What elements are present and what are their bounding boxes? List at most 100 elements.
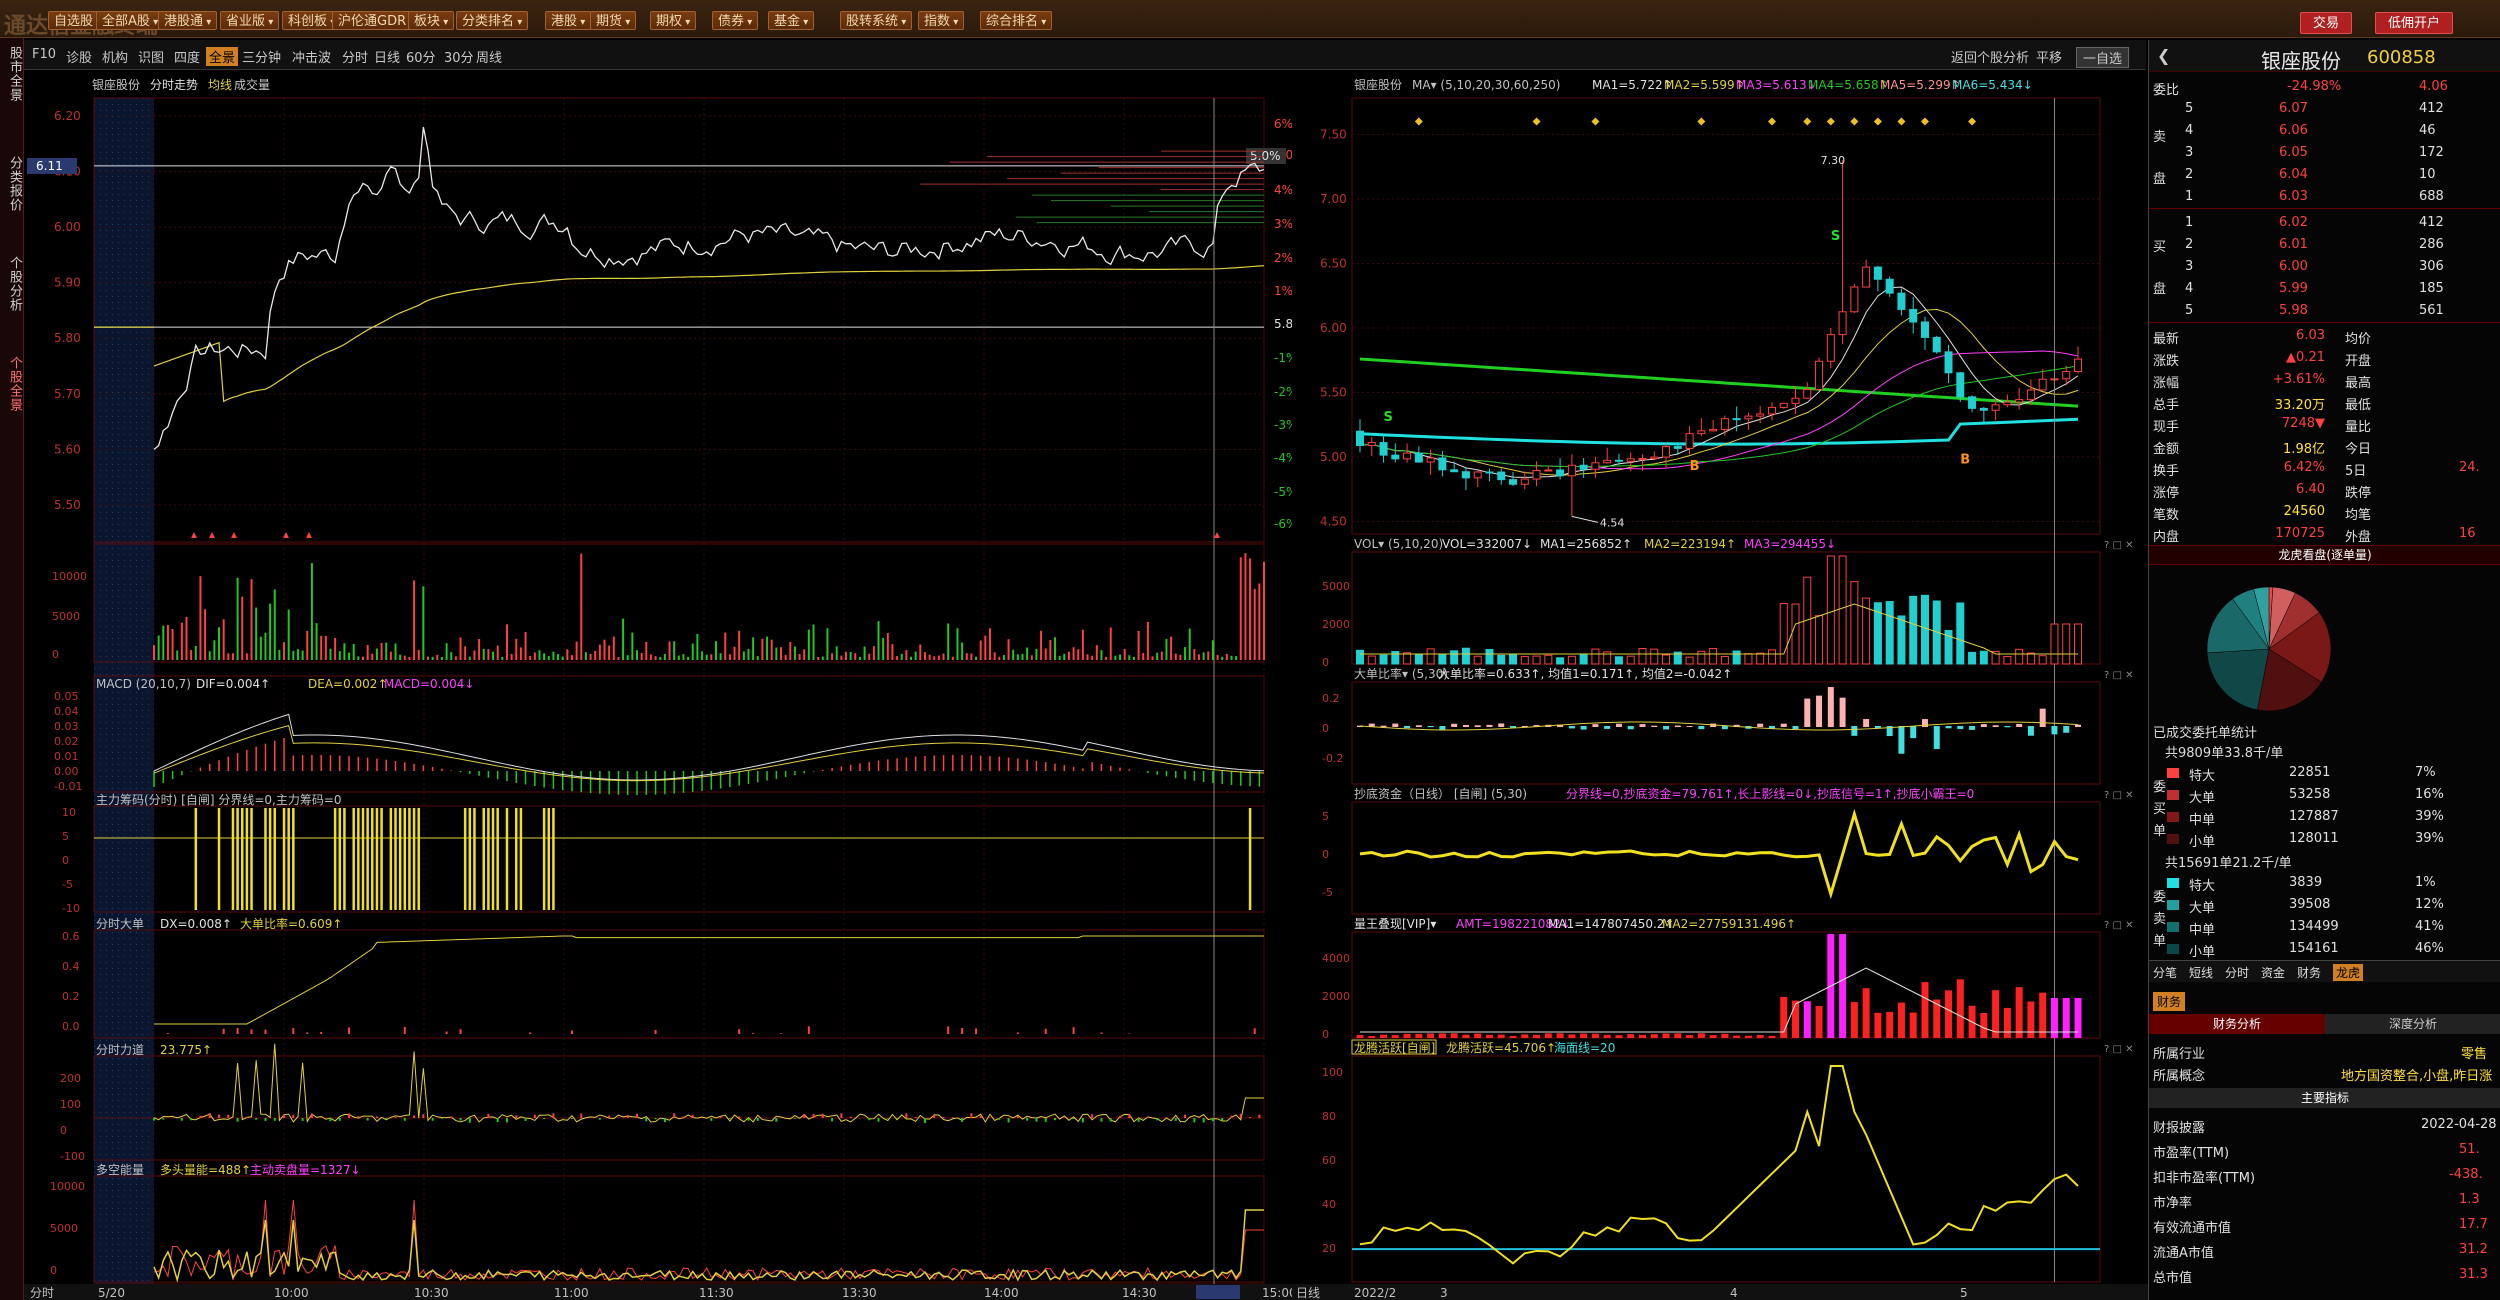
menu-item[interactable]: 港股通 [158,11,218,30]
subtab[interactable]: 四度 [174,47,200,66]
panel-controls[interactable]: ? □ ✕ [2104,1044,2134,1055]
subtab[interactable]: 分时 [342,47,368,66]
band-dot [124,1214,125,1215]
menu-item[interactable]: 省业版 [220,11,280,30]
band-dot [130,728,131,729]
band-dot [100,842,101,843]
band-dot [106,122,107,123]
menu-item[interactable]: 分类排名 [456,11,529,30]
open-account-button[interactable]: 低佣开户 [2375,12,2454,34]
panel-controls[interactable]: ? □ ✕ [2104,540,2134,551]
menu-item[interactable]: 债券 [712,11,759,30]
band-dot [106,746,107,747]
band-dot [112,524,113,525]
menu-item[interactable]: 板块 [408,11,455,30]
candle-body [1650,456,1659,460]
band-dot [118,626,119,627]
band-dot [148,164,149,165]
band-dot [124,320,125,321]
subtab[interactable]: 周线 [476,47,502,66]
lwsx-bar [1768,1035,1776,1038]
fin-sub-tab[interactable]: 财务分析 [2149,1014,2325,1034]
band-dot [100,530,101,531]
band-dot [106,134,107,135]
trade-button[interactable]: 交易 [2300,12,2353,34]
band-dot [112,104,113,105]
band-dot [100,1238,101,1239]
subtab[interactable]: 冲击波 [292,47,331,66]
band-dot [118,1226,119,1227]
quote-tab[interactable]: 分笔 [2153,964,2177,981]
deep-sub-tab[interactable]: 深度分析 [2325,1014,2500,1034]
menu-item[interactable]: 自选股 [48,11,100,30]
band-dot [136,746,137,747]
tab-stock-panorama[interactable]: 个股全景 [2,356,22,412]
subtab[interactable]: 诊股 [66,47,92,66]
band-dot [136,572,137,573]
band-dot [124,830,125,831]
quote-tab[interactable]: 龙虎 [2333,964,2364,981]
band-dot [118,1058,119,1059]
tab-stock-analysis[interactable]: 个股分析 [2,256,22,312]
band-dot [118,266,119,267]
band-dot [100,194,101,195]
menu-item[interactable]: 基金 [768,11,815,30]
pan-button[interactable]: 平移 [2036,47,2062,66]
subtab[interactable]: 30分 [444,47,474,66]
quote-tab[interactable]: 短线 [2189,964,2213,981]
candle-body [1979,407,1988,411]
vol-name: VOL▾ (5,10,20) [1354,537,1443,551]
dkn-name: 多空能量 [96,1163,144,1177]
band-dot [100,992,101,993]
menu-item[interactable]: 股转系统 [840,11,913,30]
band-dot [106,194,107,195]
buy-stat-row: 特大 22851 7% [2149,762,2497,784]
panel-controls[interactable]: ? □ ✕ [2104,920,2134,931]
panel-controls[interactable]: ? □ ✕ [2104,670,2134,681]
watchlist-select[interactable]: 一自选 [2076,47,2130,68]
band-dot [136,458,137,459]
band-dot [112,380,113,381]
band-dot [130,578,131,579]
candle-body [1438,457,1447,471]
band-dot [100,776,101,777]
band-dot [100,698,101,699]
band-dot [124,728,125,729]
band-dot [130,674,131,675]
quote-tab[interactable]: 资金 [2261,964,2285,981]
subtab[interactable]: 机构 [102,47,128,66]
band-dot [148,140,149,141]
quote-tab[interactable]: 分时 [2225,964,2249,981]
band-dot [118,164,119,165]
tab-market-overview[interactable]: 股市全景 [2,46,22,102]
band-dot [100,560,101,561]
tab-category-quote[interactable]: 分类报价 [2,156,22,212]
quote-tab[interactable]: 财务 [2297,964,2321,981]
ddbl-bar [1627,726,1634,730]
band-dot [112,644,113,645]
band-dot [106,242,107,243]
menu-item[interactable]: 港股 [545,11,592,30]
back-to-analysis[interactable]: 返回个股分析 [1951,47,2029,66]
band-dot [112,1082,113,1083]
menu-item[interactable]: 期货 [590,11,637,30]
subtab[interactable]: 识图 [138,47,164,66]
menu-item[interactable]: 综合排名 [980,11,1053,30]
panel-controls[interactable]: ? □ ✕ [2104,790,2134,801]
menu-item[interactable]: 期权 [650,11,697,30]
daily-vol-bar [1638,648,1647,665]
band-dot [142,536,143,537]
subtab[interactable]: 三分钟 [242,47,281,66]
subtab[interactable]: 60分 [406,47,436,66]
menu-item[interactable]: 全部A股 [96,11,165,30]
band-dot [118,632,119,633]
band-dot [130,962,131,963]
band-dot [124,722,125,723]
subtab[interactable]: F10 [32,47,56,62]
fin-tab[interactable]: 财务 [2153,992,2186,1011]
subtab[interactable]: 全景 [206,47,239,66]
back-icon[interactable]: ❮ [2157,46,2170,65]
band-dot [106,1088,107,1089]
menu-item[interactable]: 指数 [918,11,965,30]
subtab[interactable]: 日线 [374,47,400,66]
